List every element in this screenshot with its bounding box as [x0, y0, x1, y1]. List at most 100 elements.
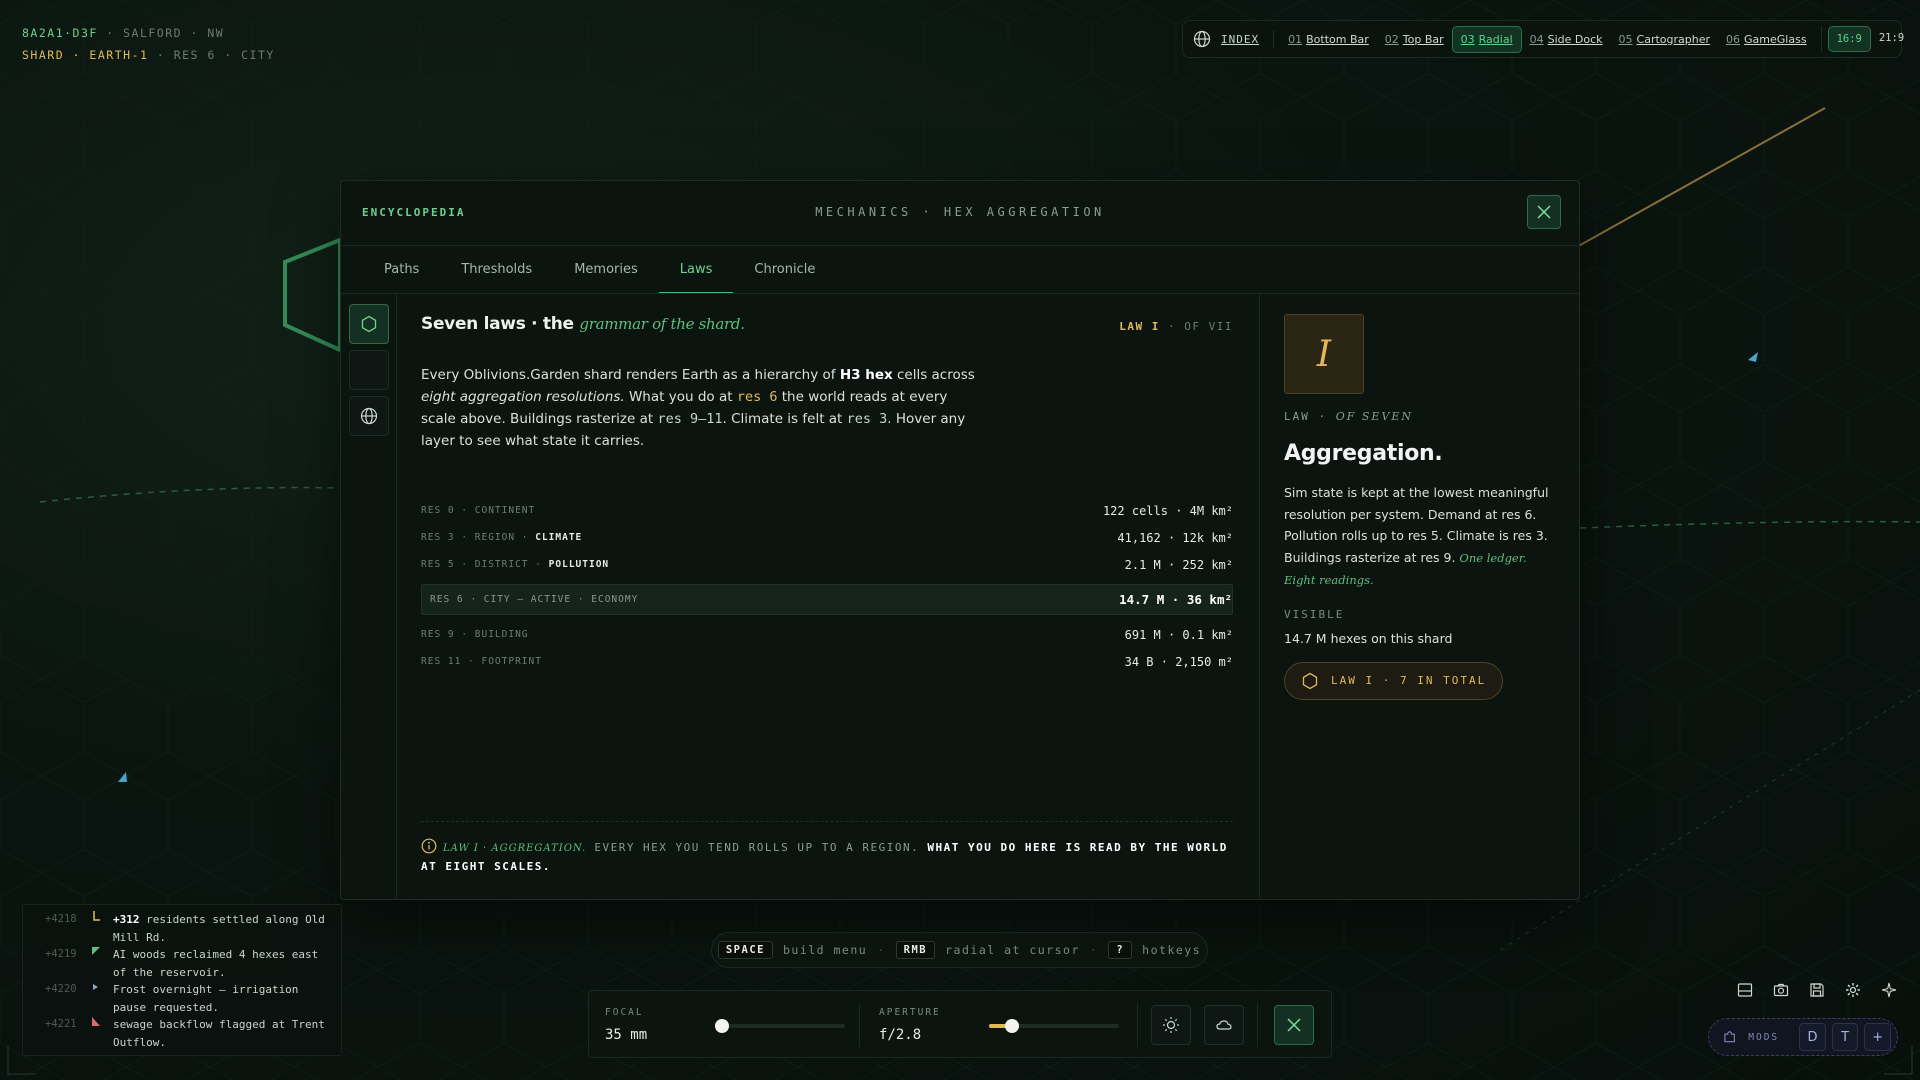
law-counter: LAW I · OF VII: [1119, 320, 1233, 333]
ratio-16-9-button[interactable]: 16:9: [1827, 26, 1871, 52]
resolution-row[interactable]: RES 11 · FOOTPRINT 34 B · 2,150 m²: [421, 648, 1233, 675]
log-message: Frost overnight — irrigation pause reque…: [113, 981, 331, 1016]
rail-empty-button[interactable]: [349, 350, 389, 390]
side-rail: [341, 294, 397, 900]
globe-icon: [1193, 30, 1211, 48]
headline-text: Seven laws · the: [421, 314, 574, 334]
ratio-21-9-button[interactable]: 21:9: [1871, 26, 1912, 52]
dot-icon: [91, 981, 105, 1016]
law-footer-note: LAW I · AGGREGATION. EVERY HEX YOU TEND …: [421, 821, 1233, 876]
res-value: 122 cells · 4M km²: [1102, 503, 1233, 518]
tab-chronicle[interactable]: Chronicle: [733, 246, 836, 293]
arrow-icon: [91, 911, 105, 946]
close-button[interactable]: [1527, 195, 1561, 229]
res-label: RES 3 · REGION · CLIMATE: [421, 532, 582, 543]
panel-subtitle: MECHANICS · HEX AGGREGATION: [815, 205, 1105, 219]
intro-bold: H3 hex: [839, 367, 893, 383]
resolution-row[interactable]: RES 3 · REGION · CLIMATE 41,162 · 12k km²: [421, 524, 1233, 551]
aspect-ratio-toggle: 16:9 21:9: [1820, 26, 1913, 52]
law-total-pill[interactable]: LAW I · 7 IN TOTAL: [1284, 661, 1504, 700]
res-system: POLLUTION: [548, 559, 610, 570]
tab-bar: Paths Thresholds Memories Laws Chronicle: [363, 246, 836, 294]
intro-text: Every Oblivions.Garden shard renders Ear…: [421, 367, 840, 383]
camera-controls: FOCAL 35 mm APERTURE f/2.8: [588, 990, 1332, 1058]
res-value: 14.7 M · 36 km²: [1119, 592, 1232, 607]
res-system: CLIMATE: [535, 532, 583, 543]
info-icon: [421, 838, 437, 854]
aperture-label: APERTURE: [879, 1007, 941, 1018]
focal-control: FOCAL 35 mm: [605, 991, 855, 1059]
log-entry: +4220 Frost overnight — irrigation pause…: [33, 981, 331, 1016]
layout-button[interactable]: [1730, 975, 1760, 1005]
hexagon-icon: [1302, 672, 1318, 689]
resolution-row[interactable]: RES 0 · CONTINENT 122 cells · 4M km²: [421, 497, 1233, 524]
nav-item-gameglass[interactable]: 06 GameGlass: [1718, 27, 1815, 52]
camera-button[interactable]: [1766, 975, 1796, 1005]
log-message: sewage backflow flagged at Trent Outflow…: [113, 1016, 331, 1051]
tab-paths[interactable]: Paths: [363, 246, 440, 293]
nav-num: 05: [1618, 32, 1633, 46]
tab-thresholds[interactable]: Thresholds: [440, 246, 553, 293]
resolution-row-active[interactable]: RES 6 · CITY — ACTIVE · ECONOMY 14.7 M · …: [421, 584, 1233, 615]
res-label-text: RES 5 · DISTRICT ·: [421, 559, 549, 570]
close-camera-button[interactable]: [1274, 1005, 1314, 1045]
add-mod-button[interactable]: +: [1864, 1023, 1892, 1051]
law-tag-current: LAW I: [1119, 320, 1160, 333]
law-pill-label: LAW I · 7 IN TOTAL: [1331, 674, 1487, 687]
slider-knob[interactable]: [714, 1019, 729, 1033]
save-button[interactable]: [1802, 975, 1832, 1005]
encyclopedia-panel: ENCYCLOPEDIA MECHANICS · HEX AGGREGATION…: [340, 180, 1580, 900]
tab-memories[interactable]: Memories: [553, 246, 659, 293]
res-label-text: RES 3 · REGION ·: [421, 532, 536, 543]
tab-laws[interactable]: Laws: [658, 246, 734, 294]
settings-button[interactable]: [1838, 975, 1868, 1005]
nav-label: Radial: [1478, 32, 1513, 46]
law-name: Aggregation.: [1284, 441, 1443, 466]
slider-knob[interactable]: [1005, 1019, 1020, 1033]
mods-label: MODS: [1748, 1031, 1780, 1043]
mod-chip-t[interactable]: T: [1831, 1023, 1859, 1051]
log-text: AI woods reclaimed 4 hexes east of the r…: [113, 948, 319, 979]
visible-label: VISIBLE: [1284, 607, 1345, 621]
nav-item-radial[interactable]: 03 Radial: [1451, 25, 1522, 53]
log-entry: +4219 AI woods reclaimed 4 hexes east of…: [33, 946, 331, 981]
focal-label: FOCAL: [605, 1007, 644, 1018]
close-icon: [1537, 205, 1551, 219]
nav-item-bottom-bar[interactable]: 01 Bottom Bar: [1280, 27, 1377, 52]
log-text: Frost overnight — irrigation pause reque…: [113, 983, 299, 1014]
nav-item-top-bar[interactable]: 02 Top Bar: [1377, 27, 1452, 52]
sun-button[interactable]: [1151, 1005, 1191, 1045]
res-label: RES 11 · FOOTPRINT: [421, 656, 542, 667]
rail-hex-button[interactable]: [349, 304, 389, 344]
res-value: 34 B · 2,150 m²: [1124, 654, 1233, 669]
log-id: +4220: [45, 983, 77, 995]
nav-item-side-dock[interactable]: 04 Side Dock: [1522, 27, 1611, 52]
resolution-row[interactable]: RES 9 · BUILDING 691 M · 0.1 km²: [421, 621, 1233, 648]
law-detail-sidebar: I LAW · OF SEVEN Aggregation. Sim state …: [1259, 294, 1580, 900]
intro-code: res 6: [736, 389, 778, 405]
location-readout: 8A2A1·D3F · SALFORD · NW SHARD · EARTH-1…: [22, 22, 275, 66]
rail-globe-button[interactable]: [349, 396, 389, 436]
nav-item-cartographer[interactable]: 05 Cartographer: [1611, 27, 1718, 52]
shard-label: SHARD: [22, 48, 65, 62]
focal-slider[interactable]: [714, 1019, 845, 1033]
law-word: LAW: [1284, 410, 1310, 423]
save-icon: [1810, 983, 1824, 997]
intro-text: cells across: [892, 367, 975, 383]
hexagon-icon: [361, 315, 377, 333]
law-content: Seven laws · the grammar of the shard. L…: [421, 314, 1233, 675]
focus-button[interactable]: [1874, 975, 1904, 1005]
scale-label: CITY: [241, 48, 275, 62]
aperture-value: f/2.8: [879, 1027, 922, 1043]
mod-chip-d[interactable]: D: [1799, 1023, 1826, 1051]
res-value: 41,162 · 12k km²: [1117, 530, 1233, 545]
nav-num: 02: [1384, 32, 1399, 46]
resolution-row[interactable]: RES 5 · DISTRICT · POLLUTION 2.1 M · 252 …: [421, 551, 1233, 578]
index-link[interactable]: INDEX: [1193, 30, 1275, 48]
aperture-slider[interactable]: [989, 1019, 1119, 1033]
footer-text: EVERY HEX YOU TEND ROLLS UP TO A REGION.: [586, 841, 928, 854]
nav-label: Cartographer: [1636, 32, 1711, 46]
cloud-button[interactable]: [1204, 1005, 1244, 1045]
sparkle-icon: [1881, 982, 1897, 998]
event-log: +4218 +312 residents settled along Old M…: [22, 904, 342, 1056]
